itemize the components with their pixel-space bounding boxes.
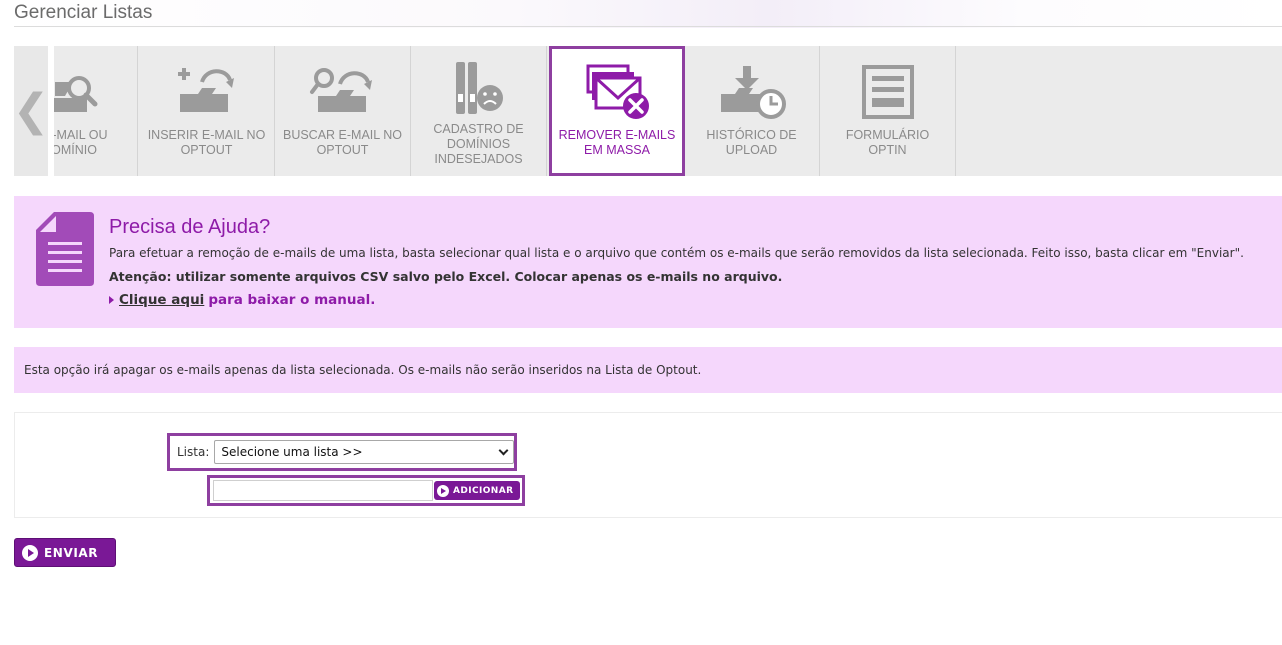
unwanted-domains-icon xyxy=(455,62,503,114)
info-box: Esta opção irá apagar os e-mails apenas … xyxy=(14,347,1282,393)
insert-optout-icon xyxy=(177,68,234,112)
play-icon xyxy=(437,484,449,497)
tab-upload-history[interactable]: HISTÓRICO DE UPLOAD xyxy=(684,46,820,176)
tab-search-email-optout[interactable]: BUSCAR E-MAIL NO OPTOUT xyxy=(275,46,411,176)
form-panel: Lista: Selecione uma lista >> ADICIONAR xyxy=(14,412,1282,518)
list-select[interactable]: Selecione uma lista >> xyxy=(214,440,514,464)
file-field-wrapper: ADICIONAR xyxy=(207,475,525,506)
carousel-prev-button[interactable]: ❮ xyxy=(14,46,50,176)
file-input[interactable] xyxy=(213,480,433,501)
add-button[interactable]: ADICIONAR xyxy=(434,481,520,500)
carousel-prev-separator xyxy=(48,46,54,176)
page-title: Gerenciar Listas xyxy=(14,2,153,23)
send-button[interactable]: ENVIAR xyxy=(14,538,116,567)
add-button-label: ADICIONAR xyxy=(453,485,514,496)
document-icon xyxy=(36,212,94,286)
upload-history-icon xyxy=(720,66,786,119)
list-label: Lista: xyxy=(177,445,210,459)
list-field-wrapper: Lista: Selecione uma lista >> xyxy=(167,433,517,471)
tab-remove-mass-emails[interactable]: REMOVER E-MAILS EM MASSA xyxy=(549,46,685,176)
search-optout-icon xyxy=(309,68,372,112)
tab-label: INSERIR E-MAIL NO OPTOUT xyxy=(147,128,266,157)
tab-label: BUSCAR E-MAIL NO OPTOUT xyxy=(282,128,402,157)
manual-link[interactable]: Clique aqui xyxy=(119,292,204,308)
chevron-left-icon: ❮ xyxy=(14,85,50,136)
help-warning: Atenção: utilizar somente arquivos CSV s… xyxy=(109,269,783,284)
help-text: Para efetuar a remoção de e-mails de uma… xyxy=(109,246,1244,260)
help-box: Precisa de Ajuda? Para efetuar a remoção… xyxy=(14,196,1282,328)
send-button-label: ENVIAR xyxy=(44,545,99,560)
optin-form-icon xyxy=(861,65,914,119)
triangle-right-icon xyxy=(109,296,114,304)
tab-label: FORMULÁRIO OPTIN xyxy=(845,128,930,157)
title-divider xyxy=(14,26,1282,27)
tab-label: CADASTRO DE DOMÍNIOS INDESEJADOS xyxy=(433,122,524,166)
tab-insert-email-optout[interactable]: INSERIR E-MAIL NO OPTOUT xyxy=(139,46,275,176)
tab-label: HISTÓRICO DE UPLOAD xyxy=(706,128,797,157)
play-icon xyxy=(22,544,38,561)
header-background xyxy=(0,0,1282,28)
tab-optin-form[interactable]: FORMULÁRIO OPTIN xyxy=(820,46,956,176)
tools-carousel: ❮ R E-MAIL OU DOMÍNIO INSERIR E-MAIL NO … xyxy=(14,46,1282,176)
help-manual: Clique aqui para baixar o manual. xyxy=(109,292,375,308)
help-title: Precisa de Ajuda? xyxy=(109,216,271,238)
tab-label: REMOVER E-MAILS EM MASSA xyxy=(558,128,676,157)
remove-mass-emails-icon xyxy=(586,64,649,119)
info-text: Esta opção irá apagar os e-mails apenas … xyxy=(24,363,702,377)
tab-unwanted-domains[interactable]: CADASTRO DE DOMÍNIOS INDESEJADOS xyxy=(411,46,547,176)
chevron-down-icon xyxy=(498,445,509,455)
list-select-value: Selecione uma lista >> xyxy=(221,445,363,459)
manual-text: para baixar o manual. xyxy=(208,292,376,308)
